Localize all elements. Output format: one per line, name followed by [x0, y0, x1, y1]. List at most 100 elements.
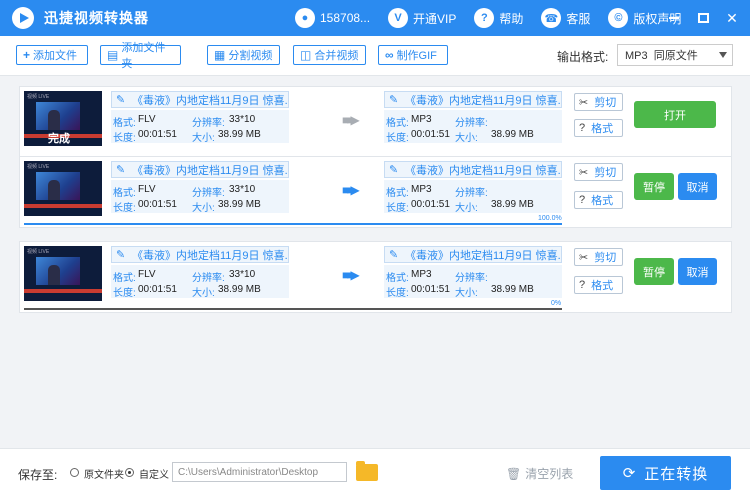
make-gif-label: 制作GIF	[396, 50, 437, 62]
pencil-icon: ✎	[389, 94, 399, 106]
output-name: 《毒液》内地定档11月9日 惊喜.	[405, 249, 561, 262]
resolution-label: 分辨率:	[455, 188, 488, 199]
progress-fill	[24, 223, 562, 225]
plus-icon: +	[23, 48, 31, 62]
source-length: 00:01:51	[138, 129, 177, 140]
radio-original-folder[interactable]	[70, 468, 79, 477]
progress-text: 0%	[551, 300, 562, 307]
app-title: 迅捷视频转换器	[44, 10, 149, 26]
format-button-label: 格式	[591, 280, 614, 292]
source-format: FLV	[138, 269, 156, 280]
format-label: 格式:	[386, 118, 409, 129]
format-button[interactable]: ? 格式	[574, 119, 623, 137]
output-info: 格式: MP3 分辨率: 长度: 00:01:51 大小: 38.99 MB	[384, 265, 562, 299]
source-resolution: 33*10	[229, 269, 256, 280]
size-label: 大小:	[455, 133, 478, 144]
output-format-select[interactable]: MP3 同原文件	[617, 44, 733, 66]
minimize-button[interactable]	[664, 8, 684, 28]
source-name-field[interactable]: ✎ 《毒液》内地定档11月9日 惊喜.	[111, 161, 289, 178]
output-size: 38.99 MB	[491, 199, 534, 210]
source-format: FLV	[138, 184, 156, 195]
source-length: 00:01:51	[138, 199, 177, 210]
custom-label: 自定义	[139, 470, 169, 481]
output-format: MP3	[411, 114, 432, 125]
resolution-label: 分辨率:	[192, 273, 225, 284]
convert-button[interactable]: ⟳ 正在转换	[600, 456, 731, 490]
folder-icon[interactable]	[356, 461, 378, 481]
original-folder-label: 原文件夹	[84, 470, 124, 481]
format-button[interactable]: ? 格式	[574, 276, 623, 294]
cut-button[interactable]: ✂ 剪切	[574, 248, 623, 266]
output-size: 38.99 MB	[491, 129, 534, 140]
output-name-field[interactable]: ✎ 《毒液》内地定档11月9日 惊喜.	[384, 161, 562, 178]
add-folder-button[interactable]: ▤ 添加文件夹	[100, 42, 181, 70]
close-button[interactable]: ✕	[722, 8, 742, 28]
length-label: 长度:	[386, 133, 409, 144]
scissors-icon: ✂	[579, 166, 589, 179]
radio-custom[interactable]	[125, 468, 134, 477]
format-button-label: 格式	[591, 123, 614, 135]
make-gif-button[interactable]: ∞ 制作GIF	[378, 45, 448, 65]
maximize-button[interactable]	[693, 8, 713, 28]
cut-button[interactable]: ✂ 剪切	[574, 163, 623, 181]
pencil-icon: ✎	[116, 94, 126, 106]
output-path-input[interactable]: C:\Users\Administrator\Desktop	[172, 462, 347, 482]
output-info: 格式: MP3 分辨率: 长度: 00:01:51 大小: 38.99 MB	[384, 180, 562, 214]
cut-button[interactable]: ✂ 剪切	[574, 93, 623, 111]
source-info: 格式: FLV 分辨率: 33*10 长度: 00:01:51 大小: 38.9…	[111, 180, 289, 214]
vip-item[interactable]: V 开通VIP	[388, 8, 456, 28]
merge-icon: ◫	[300, 48, 312, 62]
arrow-right-icon: ■■▶	[342, 113, 360, 127]
source-size: 38.99 MB	[218, 129, 261, 140]
service-item[interactable]: ☎ 客服	[541, 8, 590, 28]
source-info: 格式: FLV 分辨率: 33*10 长度: 00:01:51 大小: 38.9…	[111, 265, 289, 299]
format-label: 格式:	[113, 188, 136, 199]
size-label: 大小:	[455, 203, 478, 214]
format-button[interactable]: ? 格式	[574, 191, 623, 209]
output-name: 《毒液》内地定档11月9日 惊喜.	[405, 164, 561, 177]
clear-list-button[interactable]: 🗑 清空列表	[506, 465, 573, 482]
source-name-field[interactable]: ✎ 《毒液》内地定档11月9日 惊喜.	[111, 91, 289, 108]
pencil-icon: ✎	[389, 249, 399, 261]
add-file-button[interactable]: + 添加文件	[16, 45, 88, 65]
pause-button[interactable]: 暂停	[634, 173, 674, 200]
service-label: 客服	[566, 11, 591, 26]
file-row: 视频 LIVE ✎ 《毒液》内地定档11月9日 惊喜. 格式: FLV 分辨率:…	[19, 156, 732, 228]
output-length: 00:01:51	[411, 284, 450, 295]
cancel-button[interactable]: 取消	[678, 173, 717, 200]
title-bar: 迅捷视频转换器 ● 158708... V 开通VIP ? 帮助 ☎ 客服 © …	[0, 0, 750, 36]
merge-video-button[interactable]: ◫ 合并视频	[293, 45, 366, 65]
pause-button[interactable]: 暂停	[634, 258, 674, 285]
add-file-label: 添加文件	[33, 50, 78, 62]
app-logo-icon	[12, 7, 34, 29]
source-info: 格式: FLV 分辨率: 33*10 长度: 00:01:51 大小: 38.9…	[111, 110, 289, 144]
minimize-icon	[669, 17, 679, 19]
help-item[interactable]: ? 帮助	[474, 8, 523, 28]
arrow-right-icon: ■■▶	[342, 268, 360, 282]
size-label: 大小:	[192, 203, 215, 214]
help-icon: ?	[474, 8, 495, 28]
window-controls: ✕	[655, 0, 742, 36]
source-name: 《毒液》内地定档11月9日 惊喜.	[132, 94, 288, 107]
format-label: 格式:	[386, 188, 409, 199]
split-icon: ▦	[214, 48, 226, 62]
open-button[interactable]: 打开	[634, 101, 716, 128]
resolution-label: 分辨率:	[455, 273, 488, 284]
output-name-field[interactable]: ✎ 《毒液》内地定档11月9日 惊喜.	[384, 246, 562, 263]
vip-icon: V	[388, 8, 409, 28]
video-thumbnail: 视频 LIVE	[24, 246, 102, 301]
account-item[interactable]: ● 158708...	[295, 8, 370, 28]
source-size: 38.99 MB	[218, 284, 261, 295]
format-label: 格式:	[113, 118, 136, 129]
pencil-icon: ✎	[116, 249, 126, 261]
video-thumbnail: 视频 LIVE 完成	[24, 91, 102, 146]
footer: 保存至: 原文件夹 自定义 C:\Users\Administrator\Des…	[0, 448, 750, 497]
arrow-right-icon: ■■▶	[342, 183, 360, 197]
output-name-field[interactable]: ✎ 《毒液》内地定档11月9日 惊喜.	[384, 91, 562, 108]
close-icon: ✕	[726, 9, 738, 26]
format-label: 格式:	[386, 273, 409, 284]
source-name-field[interactable]: ✎ 《毒液》内地定档11月9日 惊喜.	[111, 246, 289, 263]
file-row: 视频 LIVE ✎ 《毒液》内地定档11月9日 惊喜. 格式: FLV 分辨率:…	[19, 241, 732, 313]
split-video-button[interactable]: ▦ 分割视频	[207, 45, 280, 65]
cancel-button[interactable]: 取消	[678, 258, 717, 285]
